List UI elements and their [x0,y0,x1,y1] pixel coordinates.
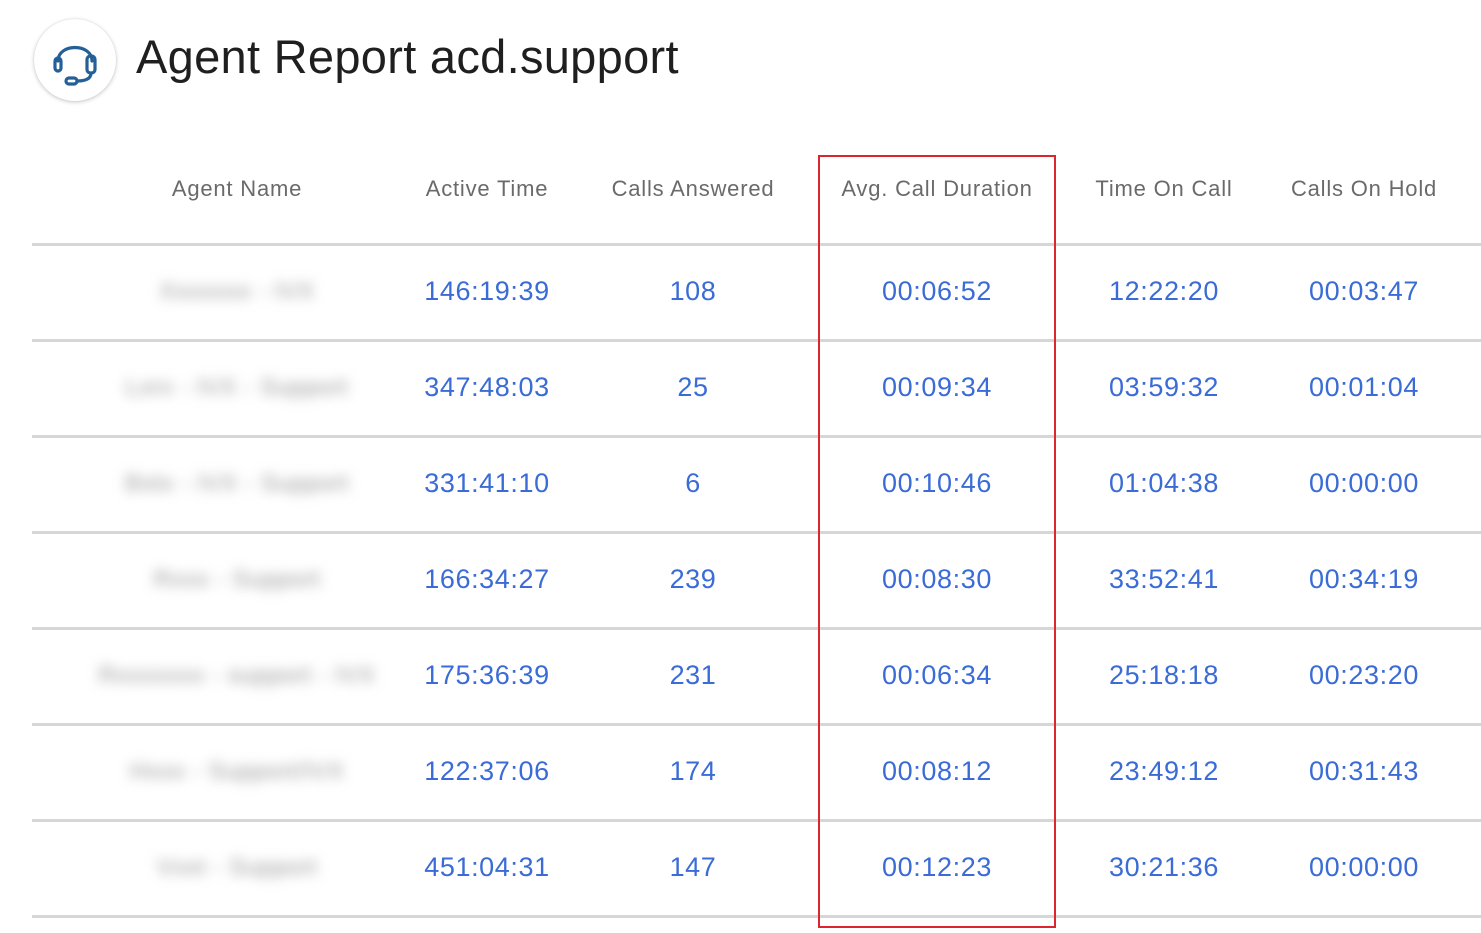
calls-on-hold-cell[interactable]: 00:23:20 [1309,660,1419,691]
calls-on-hold-cell[interactable]: 00:01:04 [1309,372,1419,403]
table-row: Bxtx - IVX - Support 331:41:10 6 00:10:4… [32,438,1481,534]
page-title: Agent Report acd.support [136,29,679,83]
table-body: Xxxxxxx - IVX 146:19:39 108 00:06:52 12:… [32,246,1481,918]
agent-name-cell: Rxxxxxxx - support - IVX [98,662,376,689]
avg-call-duration-cell[interactable]: 00:06:34 [882,660,992,691]
headset-icon [53,46,97,86]
agent-name-cell: Xxxxxxx - IVX [159,278,315,305]
calls-answered-cell[interactable]: 6 [685,468,701,499]
calls-answered-cell[interactable]: 174 [670,756,717,787]
calls-on-hold-cell[interactable]: 00:31:43 [1309,756,1419,787]
time-on-call-cell[interactable]: 25:18:18 [1109,660,1219,691]
active-time-cell[interactable]: 122:37:06 [424,756,550,787]
calls-answered-cell[interactable]: 25 [677,372,708,403]
table-row: Rxxxxxxx - support - IVX 175:36:39 231 0… [32,630,1481,726]
calls-answered-cell[interactable]: 239 [670,564,717,595]
agent-name-cell: Hxxx - Support/IVX [129,758,345,785]
calls-answered-cell[interactable]: 231 [670,660,717,691]
column-header-time-on-call[interactable]: Time On Call [1095,176,1232,202]
table-header-row: Agent Name Active Time Calls Answered Av… [32,142,1481,246]
table-row: Hxxx - Support/IVX 122:37:06 174 00:08:1… [32,726,1481,822]
active-time-cell[interactable]: 347:48:03 [424,372,550,403]
calls-answered-cell[interactable]: 147 [670,852,717,883]
time-on-call-cell[interactable]: 30:21:36 [1109,852,1219,883]
active-time-cell[interactable]: 146:19:39 [424,276,550,307]
table-row: Rxxx - Support 166:34:27 239 00:08:30 33… [32,534,1481,630]
agent-name-cell: Bxtx - IVX - Support [124,470,350,497]
active-time-cell[interactable]: 331:41:10 [424,468,550,499]
table-row: Xxxxxxx - IVX 146:19:39 108 00:06:52 12:… [32,246,1481,342]
time-on-call-cell[interactable]: 23:49:12 [1109,756,1219,787]
avg-call-duration-cell[interactable]: 00:08:12 [882,756,992,787]
column-header-calls-answered[interactable]: Calls Answered [612,176,775,202]
time-on-call-cell[interactable]: 33:52:41 [1109,564,1219,595]
avg-call-duration-cell[interactable]: 00:06:52 [882,276,992,307]
calls-answered-cell[interactable]: 108 [670,276,717,307]
agent-report-table: Agent Name Active Time Calls Answered Av… [32,142,1481,918]
time-on-call-cell[interactable]: 03:59:32 [1109,372,1219,403]
active-time-cell[interactable]: 166:34:27 [424,564,550,595]
avg-call-duration-cell[interactable]: 00:10:46 [882,468,992,499]
page-header: Agent Report acd.support [34,18,679,102]
calls-on-hold-cell[interactable]: 00:34:19 [1309,564,1419,595]
agent-name-cell: Rxxx - Support [153,566,321,593]
active-time-cell[interactable]: 451:04:31 [424,852,550,883]
agent-name-cell: Vxxt - Support [156,854,318,881]
table-row: Vxxt - Support 451:04:31 147 00:12:23 30… [32,822,1481,918]
time-on-call-cell[interactable]: 01:04:38 [1109,468,1219,499]
avg-call-duration-cell[interactable]: 00:12:23 [882,852,992,883]
column-header-agent-name[interactable]: Agent Name [172,176,302,202]
table-row: Lxrx - IVX - Support 347:48:03 25 00:09:… [32,342,1481,438]
calls-on-hold-cell[interactable]: 00:00:00 [1309,468,1419,499]
active-time-cell[interactable]: 175:36:39 [424,660,550,691]
logo-badge [34,19,116,101]
avg-call-duration-cell[interactable]: 00:09:34 [882,372,992,403]
column-header-avg-call-duration[interactable]: Avg. Call Duration [841,176,1032,202]
time-on-call-cell[interactable]: 12:22:20 [1109,276,1219,307]
calls-on-hold-cell[interactable]: 00:00:00 [1309,852,1419,883]
calls-on-hold-cell[interactable]: 00:03:47 [1309,276,1419,307]
avg-call-duration-cell[interactable]: 00:08:30 [882,564,992,595]
column-header-calls-on-hold[interactable]: Calls On Hold [1291,176,1437,202]
column-header-active-time[interactable]: Active Time [426,176,549,202]
agent-name-cell: Lxrx - IVX - Support [125,374,349,401]
